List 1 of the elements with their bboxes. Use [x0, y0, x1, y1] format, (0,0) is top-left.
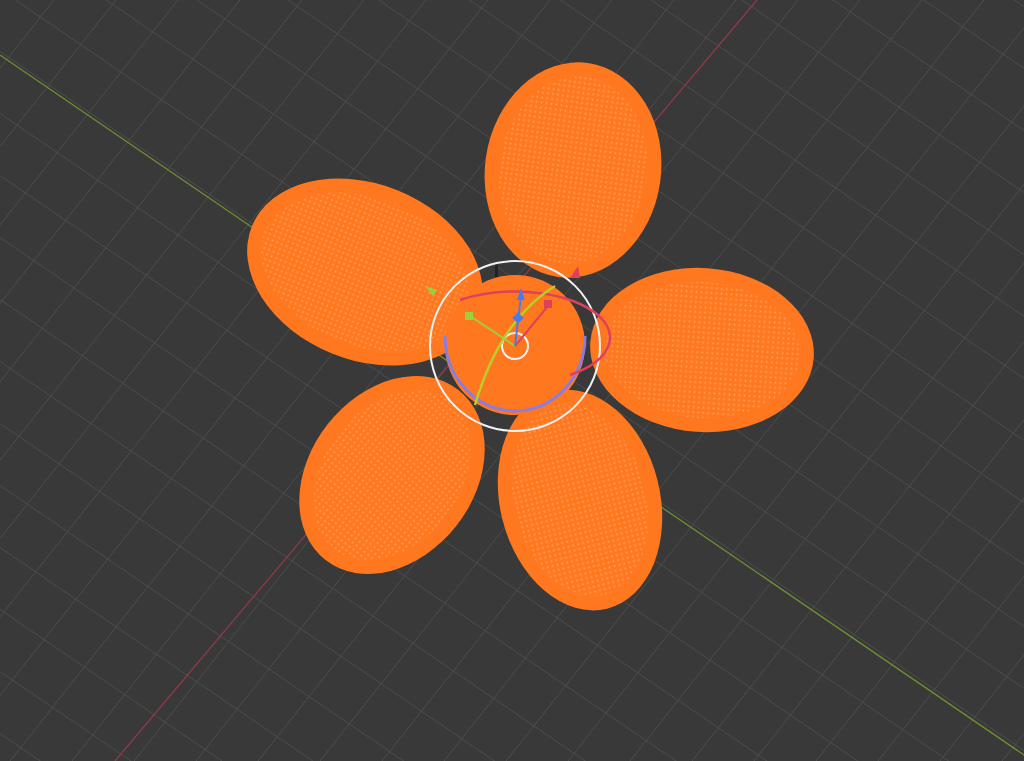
- rotate-gizmo-icon[interactable]: [425, 260, 612, 432]
